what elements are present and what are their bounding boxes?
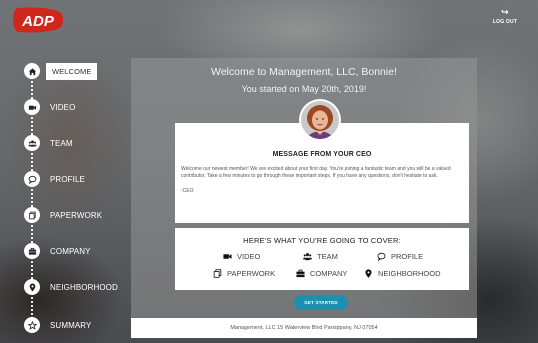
- home-icon: [24, 63, 40, 79]
- nav-label: SUMMARY: [50, 320, 92, 330]
- briefcase-icon: [24, 243, 40, 259]
- nav-item-video[interactable]: VIDEO: [24, 98, 75, 116]
- topic-video: VIDEO: [223, 252, 260, 261]
- ceo-message-title: MESSAGE FROM YOUR CEO: [272, 151, 372, 158]
- nav-label: VIDEO: [50, 102, 76, 112]
- nav-label: TEAM: [50, 138, 73, 148]
- topic-label: VIDEO: [237, 252, 261, 261]
- topic-company: COMPANY: [296, 269, 347, 278]
- nav-item-summary[interactable]: SUMMARY: [24, 316, 91, 334]
- video-icon: [223, 252, 232, 261]
- topic-label: PROFILE: [391, 252, 424, 261]
- nav-item-welcome[interactable]: WELCOME: [24, 62, 98, 80]
- briefcase-icon: [296, 269, 305, 278]
- chat-icon: [377, 252, 386, 261]
- adp-logo: ADP: [10, 6, 66, 34]
- ceo-message-text: Welcome our newest member! We are excite…: [181, 166, 451, 179]
- nav-item-team[interactable]: TEAM: [24, 134, 73, 152]
- map-pin-icon: [24, 279, 40, 295]
- logout-button[interactable]: ↪ LOG OUT: [490, 7, 520, 26]
- topic-label: NEIGHBORHOOD: [378, 269, 441, 278]
- topic-label: PAPERWORK: [227, 269, 276, 278]
- topics-card: HERE'S WHAT YOU'RE GOING TO COVER: VIDEO…: [175, 228, 469, 290]
- onboarding-steps-nav: WELCOME VIDEO TEAM PROFILE PAPERWORK COM…: [24, 60, 134, 340]
- documents-icon: [213, 269, 222, 278]
- topic-paperwork: PAPERWORK: [213, 269, 275, 278]
- logout-label: LOG OUT: [492, 19, 518, 25]
- welcome-panel: Welcome to Management, LLC, Bonnie! You …: [131, 58, 477, 338]
- nav-label: WELCOME: [46, 62, 98, 80]
- ceo-avatar: [299, 99, 341, 141]
- nav-item-company[interactable]: COMPANY: [24, 242, 91, 260]
- team-icon: [24, 135, 40, 151]
- topic-profile: PROFILE: [377, 252, 423, 261]
- topic-team: TEAM: [303, 252, 338, 261]
- chat-icon: [24, 171, 40, 187]
- documents-icon: [24, 207, 40, 223]
- topic-neighborhood: NEIGHBORHOOD: [364, 269, 441, 278]
- map-pin-icon: [364, 269, 373, 278]
- nav-item-paperwork[interactable]: PAPERWORK: [24, 206, 102, 224]
- topic-label: COMPANY: [310, 269, 348, 278]
- nav-item-neighborhood[interactable]: NEIGHBORHOOD: [24, 278, 118, 296]
- nav-item-profile[interactable]: PROFILE: [24, 170, 85, 188]
- star-icon: [24, 317, 40, 333]
- nav-label: COMPANY: [50, 246, 91, 256]
- nav-label: NEIGHBORHOOD: [50, 282, 118, 292]
- topic-label: TEAM: [317, 252, 338, 261]
- svg-text:ADP: ADP: [21, 13, 55, 30]
- page-title: Welcome to Management, LLC, Bonnie!: [211, 66, 397, 78]
- team-icon: [303, 252, 312, 261]
- logout-icon: ↪: [501, 7, 509, 17]
- start-date-subtitle: You started on May 20th, 2019!: [241, 84, 367, 94]
- ceo-signature: -CEO: [181, 188, 194, 194]
- nav-label: PAPERWORK: [50, 210, 103, 220]
- get-started-button[interactable]: GET STARTED: [294, 295, 348, 310]
- nav-label: PROFILE: [50, 174, 85, 184]
- video-icon: [24, 99, 40, 115]
- company-address-footer: Management, LLC 15 Waterview Blvd Parsip…: [131, 318, 477, 338]
- topics-title: HERE'S WHAT YOU'RE GOING TO COVER:: [243, 236, 401, 245]
